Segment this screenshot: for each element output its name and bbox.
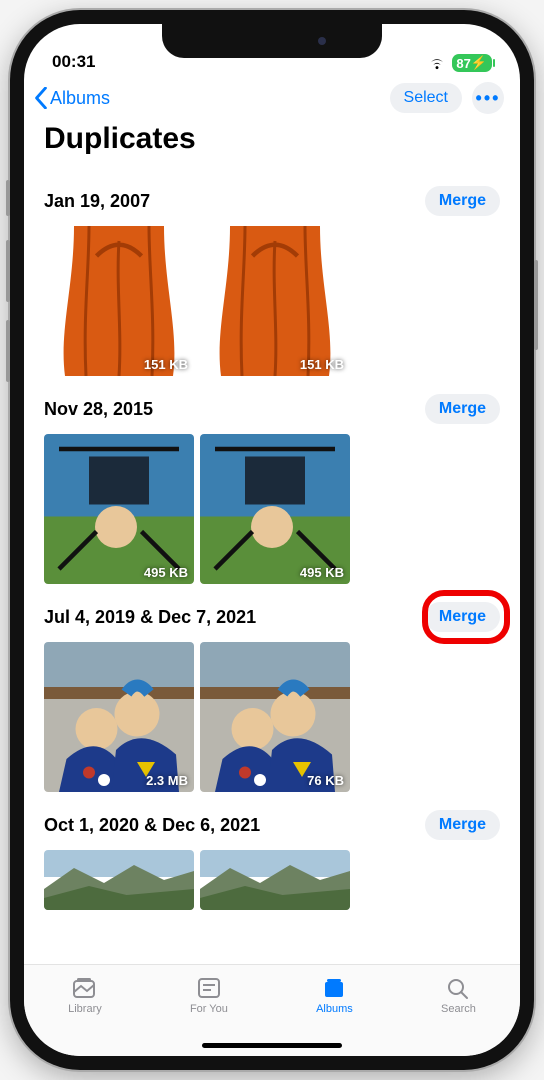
more-button[interactable]: ••• — [472, 82, 504, 114]
photo-thumbnail[interactable] — [44, 850, 194, 910]
photo-thumbnail[interactable]: 76 KB — [200, 642, 350, 792]
photo-image — [200, 642, 350, 792]
tab-search[interactable]: Search — [441, 975, 476, 1015]
file-size: 151 KB — [144, 357, 188, 372]
ellipsis-icon: ••• — [476, 88, 501, 109]
file-size: 76 KB — [307, 773, 344, 788]
battery-percent: 87 — [456, 56, 470, 71]
photo-thumbnail[interactable]: 151 KB — [200, 226, 350, 376]
battery-indicator: 87⚡ — [452, 54, 492, 72]
merge-button[interactable]: Merge — [425, 602, 500, 632]
photo-thumbnail[interactable]: 151 KB — [44, 226, 194, 376]
volume-down-button — [6, 320, 10, 382]
group-date: Jul 4, 2019 & Dec 7, 2021 — [44, 607, 256, 628]
phone-frame: 00:31 87⚡ Albums Select ••• Duplicates — [10, 10, 534, 1070]
tab-for-you[interactable]: For You — [190, 975, 228, 1015]
duplicate-group: Jul 4, 2019 & Dec 7, 2021 Merge 2.3 MB 7… — [44, 602, 520, 792]
charging-icon: ⚡ — [471, 55, 487, 71]
merge-button[interactable]: Merge — [425, 186, 500, 216]
for-you-icon — [195, 975, 223, 1001]
file-size: 2.3 MB — [146, 773, 188, 788]
tab-label: Search — [441, 1003, 476, 1015]
home-indicator[interactable] — [202, 1043, 342, 1048]
back-button[interactable]: Albums — [34, 87, 110, 109]
file-size: 151 KB — [300, 357, 344, 372]
photo-image — [200, 850, 350, 910]
group-date: Jan 19, 2007 — [44, 191, 150, 212]
tab-label: Albums — [316, 1003, 353, 1015]
nav-bar: Albums Select ••• — [24, 76, 520, 122]
wifi-icon — [428, 56, 446, 70]
page-title: Duplicates — [24, 122, 520, 168]
duplicate-group: Oct 1, 2020 & Dec 6, 2021 Merge — [44, 810, 520, 910]
file-size: 495 KB — [300, 565, 344, 580]
photo-image — [44, 226, 194, 376]
mute-switch — [6, 180, 10, 216]
tab-label: For You — [190, 1003, 228, 1015]
photo-image — [44, 850, 194, 910]
photo-thumbnail[interactable]: 495 KB — [200, 434, 350, 584]
power-button — [534, 260, 538, 350]
volume-up-button — [6, 240, 10, 302]
content-scroll[interactable]: Jan 19, 2007 Merge 151 KB 151 KB — [24, 168, 520, 964]
photo-image — [44, 434, 194, 584]
photo-image — [44, 642, 194, 792]
tab-library[interactable]: Library — [68, 975, 102, 1015]
file-size: 495 KB — [144, 565, 188, 580]
merge-button[interactable]: Merge — [425, 394, 500, 424]
back-label: Albums — [50, 88, 110, 109]
duplicate-group: Nov 28, 2015 Merge 495 KB 495 KB — [44, 394, 520, 584]
tab-label: Library — [68, 1003, 102, 1015]
status-time: 00:31 — [52, 52, 95, 72]
photo-image — [200, 226, 350, 376]
photo-thumbnail[interactable] — [200, 850, 350, 910]
merge-button[interactable]: Merge — [425, 810, 500, 840]
notch — [162, 24, 382, 58]
chevron-left-icon — [34, 87, 48, 109]
photo-thumbnail[interactable]: 495 KB — [44, 434, 194, 584]
search-icon — [444, 975, 472, 1001]
duplicate-group: Jan 19, 2007 Merge 151 KB 151 KB — [44, 186, 520, 376]
albums-icon — [320, 975, 348, 1001]
group-date: Oct 1, 2020 & Dec 6, 2021 — [44, 815, 260, 836]
photo-image — [200, 434, 350, 584]
screen: 00:31 87⚡ Albums Select ••• Duplicates — [24, 24, 520, 1056]
select-button[interactable]: Select — [390, 83, 462, 113]
library-icon — [71, 975, 99, 1001]
tab-albums[interactable]: Albums — [316, 975, 353, 1015]
group-date: Nov 28, 2015 — [44, 399, 153, 420]
photo-thumbnail[interactable]: 2.3 MB — [44, 642, 194, 792]
